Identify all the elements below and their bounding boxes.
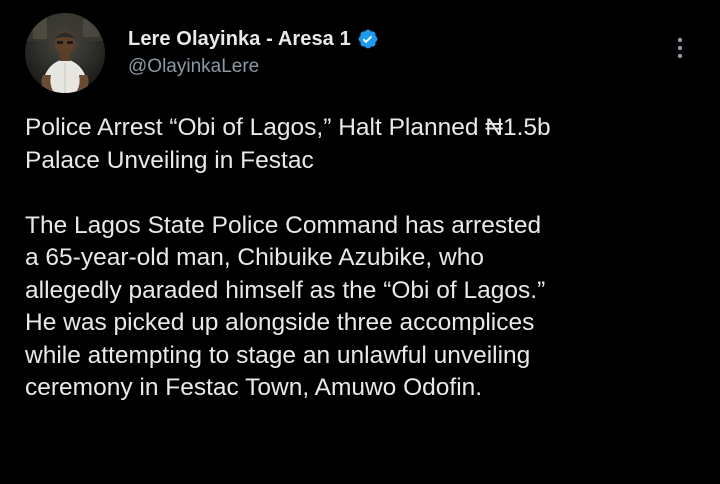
author-display-name[interactable]: Lere Olayinka - Aresa 1: [128, 28, 351, 51]
tweet-headline: Police Arrest “Obi of Lagos,” Halt Plann…: [25, 114, 551, 174]
author-name-row: Lere Olayinka - Aresa 1: [128, 26, 379, 52]
avatar-photo: [25, 13, 105, 93]
tweet-body: Police Arrest “Obi of Lagos,” Halt Plann…: [25, 112, 705, 405]
tweet-card: Lere Olayinka - Aresa 1 @OlayinkaLere Po…: [0, 0, 720, 484]
verified-badge-icon: [357, 28, 379, 50]
tweet-header: Lere Olayinka - Aresa 1 @OlayinkaLere: [128, 26, 379, 78]
tweet-paragraph: The Lagos State Police Command has arres…: [25, 211, 546, 402]
more-vertical-icon: [677, 37, 683, 59]
author-avatar[interactable]: [25, 13, 105, 93]
author-handle[interactable]: @OlayinkaLere: [128, 56, 379, 78]
more-options-button[interactable]: [662, 32, 698, 64]
